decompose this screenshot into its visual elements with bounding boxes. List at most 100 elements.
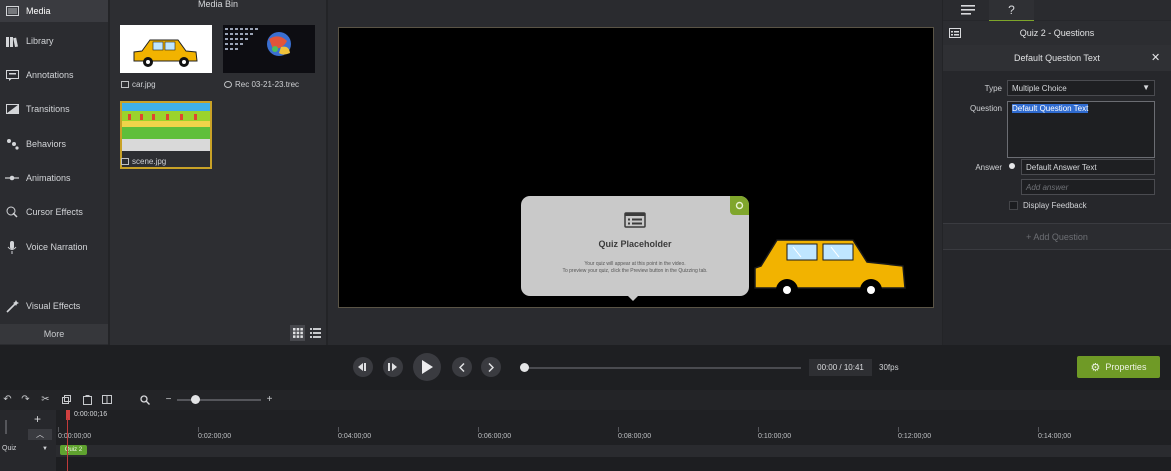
- step-forward-button[interactable]: [383, 357, 403, 377]
- media-thumbnail-recording[interactable]: [223, 25, 315, 73]
- add-question-button[interactable]: + Add Question: [943, 223, 1171, 250]
- track-dropdown-icon[interactable]: ▼: [42, 446, 48, 452]
- more-button[interactable]: More: [0, 324, 108, 344]
- library-icon: [5, 35, 19, 47]
- zoom-out-icon[interactable]: −: [163, 394, 174, 405]
- cut-icon[interactable]: ✂: [40, 394, 51, 405]
- ruler-tick-label: 0:08:00;00: [618, 433, 652, 440]
- gear-icon: ⚙: [1090, 361, 1101, 374]
- timeline-toolbar: ↶ ↷ ✂ − +: [0, 390, 1171, 410]
- properties-panel: ? Quiz 2 - Questions Default Question Te…: [943, 0, 1171, 345]
- timecode-display: 00:00 / 10:41: [809, 359, 872, 376]
- step-forward-icon: [388, 363, 397, 371]
- step-back-button[interactable]: [353, 357, 373, 377]
- copy-icon[interactable]: [61, 394, 72, 405]
- nav-item-label: Annotations: [26, 70, 74, 80]
- add-answer-field[interactable]: Add answer: [1021, 179, 1155, 195]
- collapse-track-icon[interactable]: ︿: [28, 429, 52, 440]
- nav-item-label: Voice Narration: [26, 242, 88, 252]
- nav-item-label: Media: [26, 6, 51, 16]
- playback-bar: 00:00 / 10:41 30fps ⚙ Properties: [0, 345, 1171, 390]
- media-icon: [5, 5, 19, 17]
- preview-canvas[interactable]: Quiz Placeholder Your quiz will appear a…: [338, 27, 934, 308]
- redo-icon[interactable]: ↷: [20, 394, 31, 405]
- zoom-icon[interactable]: [139, 394, 150, 405]
- ruler-tick: [478, 427, 479, 432]
- properties-button[interactable]: ⚙ Properties: [1077, 356, 1160, 378]
- timeline-ruler[interactable]: 0:00:00;00 0:02:00;00 0:04:00;00 0:06:00…: [56, 410, 1171, 445]
- media-label-scene: scene.jpg: [121, 157, 166, 166]
- scrub-bar[interactable]: [523, 367, 801, 369]
- quiz-placeholder-card[interactable]: Quiz Placeholder Your quiz will appear a…: [521, 196, 749, 301]
- visual-effects-icon: [5, 299, 19, 313]
- ruler-tick: [58, 427, 59, 432]
- quiz-section-header: Quiz 2 - Questions: [943, 21, 1171, 45]
- zoom-slider-handle[interactable]: [191, 395, 200, 404]
- nav-item-label: Animations: [26, 173, 71, 183]
- track-header: + ︿ Quiz ▼: [0, 410, 56, 471]
- quiz-track[interactable]: [56, 445, 1171, 457]
- paste-icon[interactable]: [82, 394, 93, 405]
- nav-item-transitions[interactable]: Transitions: [0, 98, 108, 120]
- recording-thumbnail-image: [225, 28, 291, 56]
- nav-item-label: Cursor Effects: [26, 207, 83, 217]
- grid-view-button[interactable]: [290, 325, 305, 341]
- tab-properties[interactable]: [945, 0, 990, 20]
- quiz-list-icon: [624, 212, 646, 228]
- play-icon: [422, 360, 433, 374]
- previous-marker-button[interactable]: [452, 357, 472, 377]
- display-feedback-checkbox[interactable]: [1009, 201, 1018, 210]
- ruler-tick-label: 0:06:00;00: [478, 433, 512, 440]
- scene-image: [122, 103, 210, 151]
- ruler-tick: [1038, 427, 1039, 432]
- media-thumbnail-car[interactable]: [120, 25, 212, 73]
- timeline: + ︿ Quiz ▼ 0:00:00;00 0:02:00;00 0:04:00…: [0, 410, 1171, 471]
- properties-tabs: ?: [943, 0, 1171, 22]
- animations-icon: [5, 172, 19, 184]
- media-label-car: car.jpg: [121, 80, 156, 89]
- nav-item-annotations[interactable]: Annotations: [0, 64, 108, 86]
- answer-correct-radio[interactable]: [1009, 163, 1015, 169]
- question-header: Default Question Text ✕: [943, 45, 1171, 71]
- split-icon[interactable]: [101, 394, 112, 405]
- undo-icon[interactable]: ↶: [2, 394, 13, 405]
- ruler-tick-label: 0:10:00;00: [758, 433, 792, 440]
- type-select[interactable]: Multiple Choice ▼: [1007, 80, 1155, 96]
- ruler-tick: [898, 427, 899, 432]
- zoom-slider[interactable]: [177, 399, 261, 401]
- play-button[interactable]: [413, 353, 441, 381]
- type-label: Type: [984, 84, 1002, 93]
- nav-item-voice-narration[interactable]: Voice Narration: [0, 236, 108, 258]
- add-track-icon[interactable]: +: [34, 412, 41, 426]
- annotations-icon: [5, 69, 19, 81]
- playhead-line: [67, 418, 68, 471]
- zoom-in-icon[interactable]: +: [264, 394, 275, 405]
- nav-item-label: Behaviors: [26, 139, 67, 149]
- ruler-tick: [198, 427, 199, 432]
- nav-item-media[interactable]: Media: [0, 0, 108, 22]
- nav-item-animations[interactable]: Animations: [0, 167, 108, 189]
- question-textarea[interactable]: Default Question Text: [1007, 101, 1155, 158]
- nav-item-behaviors[interactable]: Behaviors: [0, 133, 108, 155]
- close-icon[interactable]: ✕: [1151, 51, 1160, 64]
- answer-field[interactable]: Default Answer Text: [1021, 159, 1155, 175]
- scrub-handle[interactable]: [520, 363, 529, 372]
- nav-item-visual-effects[interactable]: Visual Effects: [0, 295, 108, 317]
- nav-item-cursor-effects[interactable]: Cursor Effects: [0, 201, 108, 223]
- microphone-icon: [5, 240, 19, 254]
- tab-quiz[interactable]: ?: [989, 0, 1034, 22]
- tools-panel: Media Library Annotations Transitions Be…: [0, 0, 108, 345]
- menu-icon: [960, 5, 975, 15]
- quiz-marker[interactable]: Quiz 2: [60, 445, 87, 455]
- media-bin-panel: Media Bin car.jpg Rec 03-21-23.trec scen…: [110, 0, 326, 345]
- next-marker-button[interactable]: [481, 357, 501, 377]
- cursor-effects-icon: [5, 206, 19, 218]
- list-view-icon: [310, 328, 321, 338]
- list-view-button[interactable]: [308, 325, 323, 341]
- nav-item-library[interactable]: Library: [0, 30, 108, 52]
- question-header-title: Default Question Text: [1014, 53, 1100, 63]
- track-divider: [5, 420, 7, 434]
- nav-item-label: Visual Effects: [26, 301, 81, 311]
- ruler-tick-label: 0:04:00;00: [338, 433, 372, 440]
- taxi-image[interactable]: [753, 232, 913, 302]
